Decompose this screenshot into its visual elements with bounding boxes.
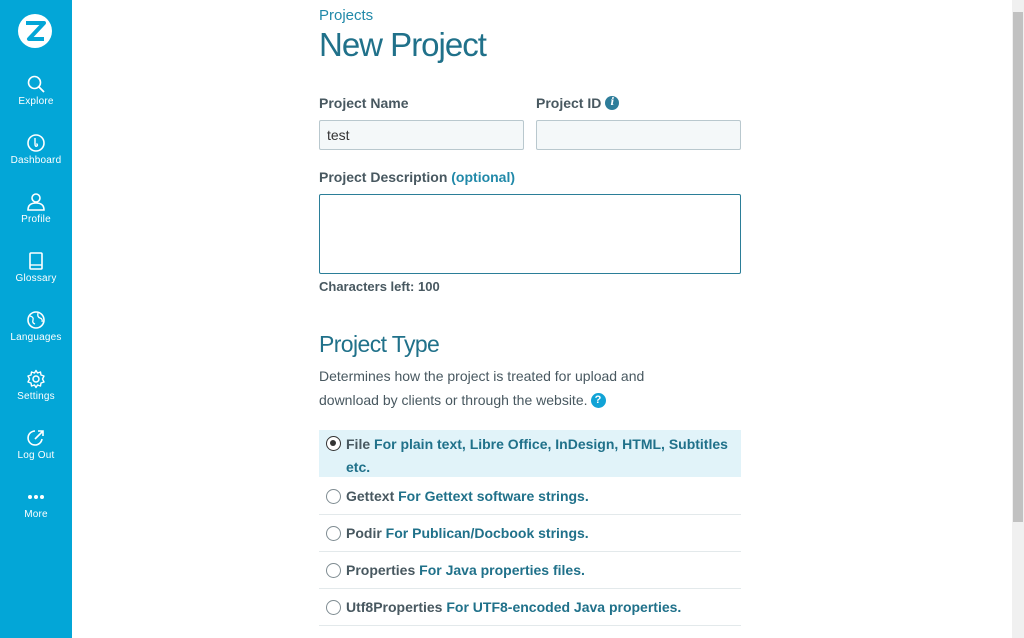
zanata-logo-icon[interactable] <box>16 12 54 50</box>
sidebar-item-more[interactable]: More <box>0 487 72 537</box>
sidebar-item-languages[interactable]: Languages <box>0 310 72 360</box>
project-type-name: Properties <box>346 562 416 578</box>
radio-button-selected[interactable] <box>326 436 341 451</box>
radio-button[interactable] <box>326 600 341 615</box>
project-description-label-text: Project Description <box>319 169 448 185</box>
project-type-option-properties[interactable]: Properties For Java properties files. <box>319 552 741 589</box>
sidebar-item-label: Profile <box>21 214 51 225</box>
project-type-option-file[interactable]: File For plain text, Libre Office, InDes… <box>319 430 741 478</box>
sidebar-item-label: Log Out <box>17 450 55 461</box>
sidebar-item-profile[interactable]: Profile <box>0 192 72 242</box>
project-type-option-podir[interactable]: Podir For Publican/Docbook strings. <box>319 515 741 552</box>
project-type-name: Utf8Properties <box>346 599 443 615</box>
sidebar-item-label: Explore <box>18 96 54 107</box>
sidebar-item-label: More <box>24 509 48 520</box>
project-type-option-utf8properties[interactable]: Utf8Properties For UTF8-encoded Java pro… <box>319 589 741 626</box>
optional-tag: (optional) <box>451 169 516 185</box>
project-name-label-text: Project Name <box>319 95 409 111</box>
sidebar-item-label: Settings <box>17 391 55 402</box>
project-name-label: Project Name <box>319 95 408 111</box>
search-icon <box>27 75 45 93</box>
project-type-name: File <box>346 436 371 452</box>
project-type-desc: For Publican/Docbook strings. <box>385 525 589 541</box>
book-icon <box>29 252 43 270</box>
project-type-desc: For Gettext software strings. <box>398 488 589 504</box>
sidebar: Explore Dashboard Profile Glossary Langu… <box>0 0 72 638</box>
sidebar-item-label: Glossary <box>15 273 57 284</box>
info-icon[interactable]: i <box>605 96 620 111</box>
gear-icon <box>27 369 45 389</box>
project-name-input[interactable] <box>319 120 524 150</box>
project-type-desc: For UTF8-encoded Java properties. <box>446 599 682 615</box>
sidebar-item-settings[interactable]: Settings <box>0 369 72 419</box>
project-description-input[interactable] <box>319 194 741 274</box>
characters-left-counter: Characters left: 100 <box>319 279 440 294</box>
project-description-label: Project Description (optional) <box>319 169 515 185</box>
project-type-option-gettext[interactable]: Gettext For Gettext software strings. <box>319 478 741 515</box>
project-id-label: Project ID i <box>536 95 620 111</box>
page-title: New Project <box>319 26 487 63</box>
sidebar-item-explore[interactable]: Explore <box>0 74 72 124</box>
radio-button[interactable] <box>326 563 341 578</box>
radio-button[interactable] <box>326 526 341 541</box>
sidebar-item-label: Languages <box>10 332 62 343</box>
sidebar-item-glossary[interactable]: Glossary <box>0 251 72 301</box>
dashboard-icon <box>27 134 45 152</box>
project-id-label-text: Project ID <box>536 95 602 111</box>
project-type-description: Determines how the project is treated fo… <box>319 364 699 412</box>
scrollbar[interactable] <box>1012 0 1024 638</box>
project-type-desc: For plain text, Libre Office, InDesign, … <box>346 436 728 475</box>
globe-icon <box>27 311 45 329</box>
project-type-name: Gettext <box>346 488 395 504</box>
project-id-input[interactable] <box>536 120 741 150</box>
help-icon[interactable]: ? <box>590 392 606 408</box>
user-icon <box>27 193 45 211</box>
project-type-name: Podir <box>346 525 382 541</box>
project-type-desc: For Java properties files. <box>419 562 585 578</box>
scrollbar-thumb[interactable] <box>1013 12 1023 522</box>
radio-button[interactable] <box>326 489 341 504</box>
logout-icon <box>27 430 44 446</box>
breadcrumb-projects[interactable]: Projects <box>319 7 373 24</box>
sidebar-item-dashboard[interactable]: Dashboard <box>0 133 72 183</box>
more-icon <box>28 495 44 499</box>
project-type-list: File For plain text, Libre Office, InDes… <box>319 430 741 626</box>
sidebar-item-logout[interactable]: Log Out <box>0 428 72 478</box>
sidebar-item-label: Dashboard <box>10 155 62 166</box>
project-type-heading: Project Type <box>319 331 440 357</box>
